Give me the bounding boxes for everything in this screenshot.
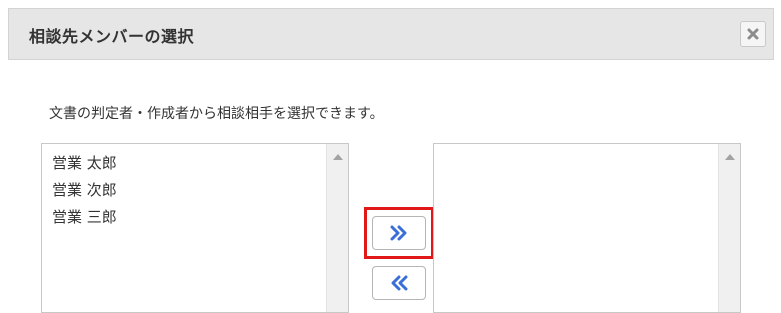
selected-members-list[interactable] bbox=[433, 143, 741, 313]
dialog-header: 相談先メンバーの選択 bbox=[8, 8, 774, 60]
scroll-up-arrow-icon[interactable] bbox=[333, 154, 343, 160]
double-chevron-right-icon bbox=[390, 225, 407, 241]
dialog-title: 相談先メンバーの選択 bbox=[29, 27, 195, 46]
close-button[interactable] bbox=[740, 21, 766, 47]
scrollbar[interactable] bbox=[718, 144, 740, 312]
available-members-list[interactable]: 営業 太郎 営業 次郎 営業 三郎 bbox=[41, 143, 349, 313]
remove-member-button[interactable] bbox=[372, 266, 426, 300]
double-chevron-left-icon bbox=[391, 275, 408, 291]
add-member-button[interactable] bbox=[372, 216, 426, 250]
close-icon bbox=[747, 28, 759, 40]
list-item[interactable]: 営業 三郎 bbox=[52, 204, 117, 231]
instruction-text: 文書の判定者・作成者から相談相手を選択できます。 bbox=[49, 106, 384, 122]
available-members-items: 営業 太郎 営業 次郎 営業 三郎 bbox=[52, 150, 117, 231]
list-item[interactable]: 営業 太郎 bbox=[52, 150, 117, 177]
scroll-up-arrow-icon[interactable] bbox=[725, 154, 735, 160]
scrollbar[interactable] bbox=[326, 144, 348, 312]
list-item[interactable]: 営業 次郎 bbox=[52, 177, 117, 204]
